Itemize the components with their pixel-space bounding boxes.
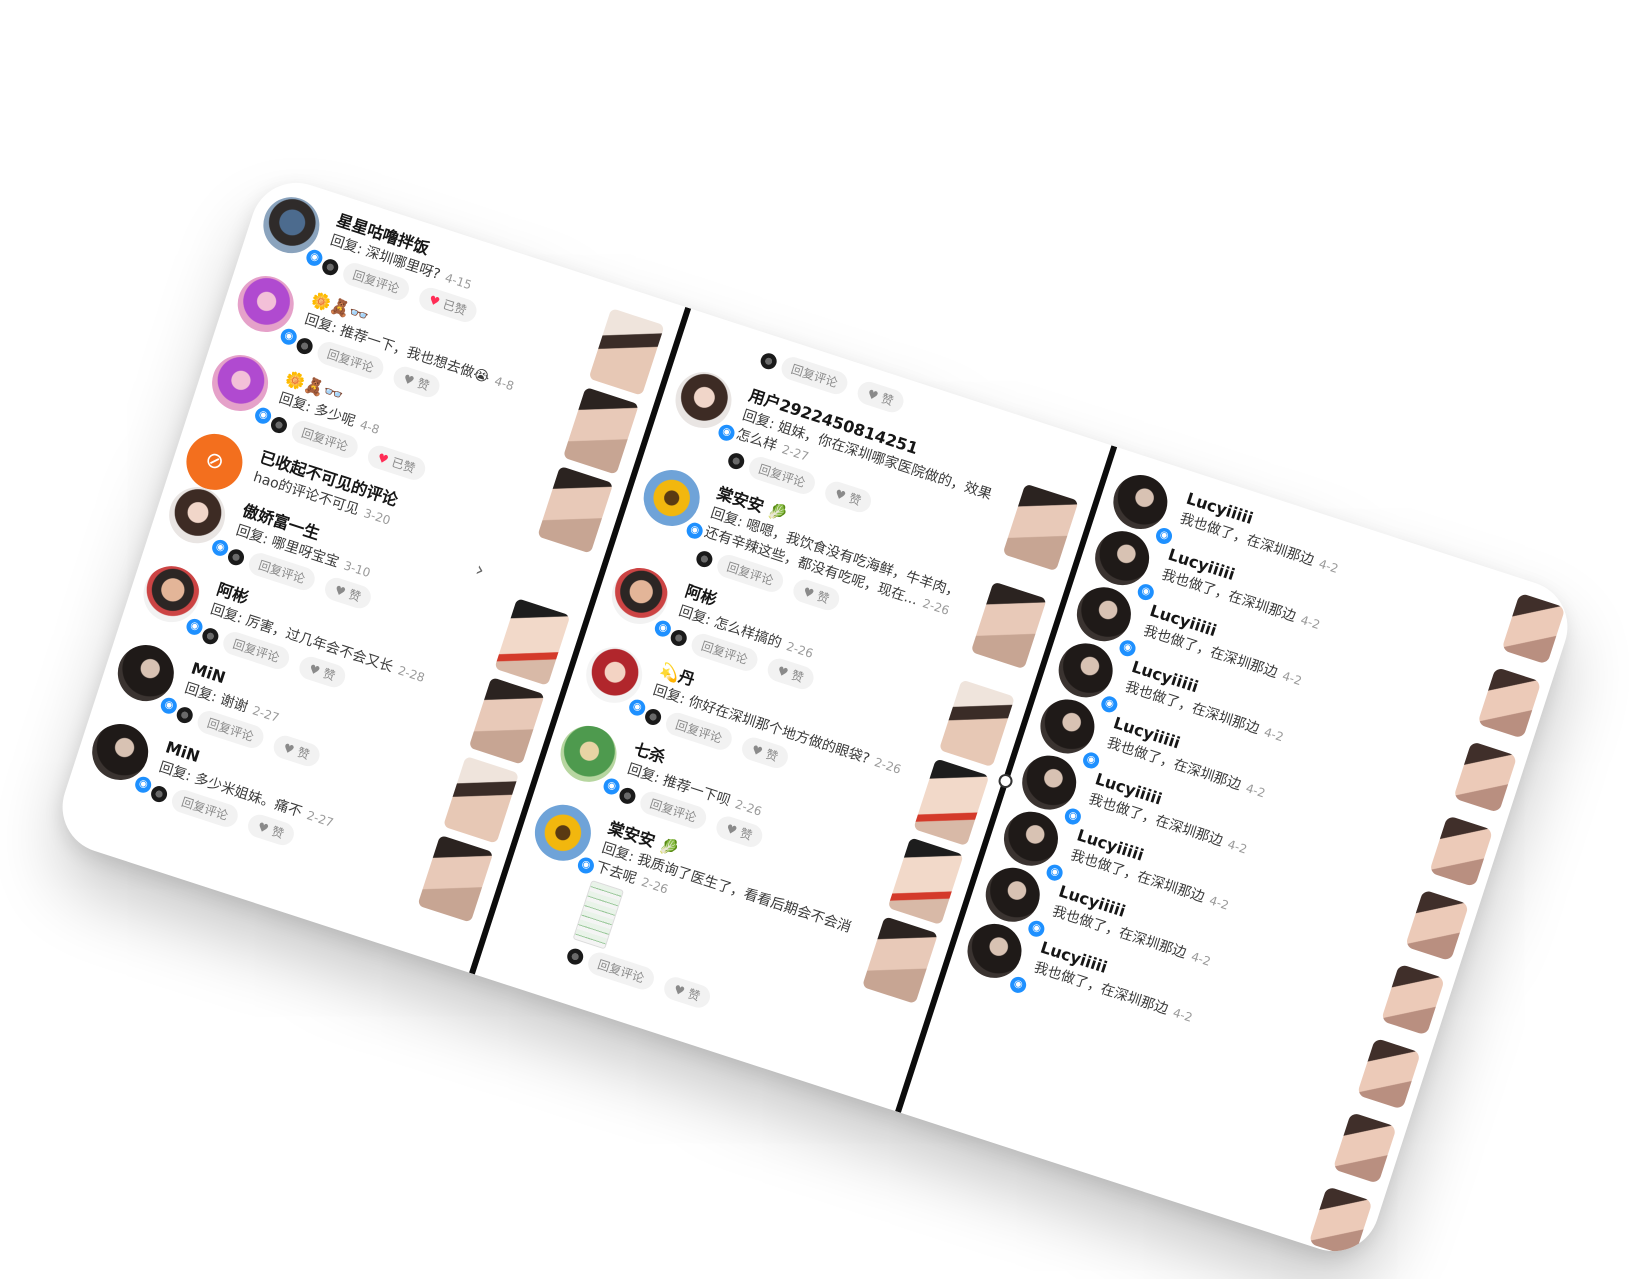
heart-icon: ♥ — [672, 981, 687, 999]
comment-date: 2-26 — [733, 797, 764, 819]
verified-badge-icon: ◉ — [1005, 972, 1031, 998]
comment-date: 4-15 — [443, 270, 474, 293]
user-avatar[interactable]: ◉ — [553, 718, 625, 800]
heart-icon: ♥ — [307, 661, 322, 678]
mini-avatar — [565, 946, 586, 967]
comment-date: 4-2 — [1189, 949, 1213, 969]
video-thumbnail[interactable] — [1308, 1186, 1373, 1259]
comment-date: 4-8 — [492, 373, 516, 394]
video-thumbnail[interactable] — [1002, 483, 1079, 572]
heart-icon: ♥ — [255, 819, 271, 836]
heart-icon: ♥ — [801, 584, 816, 601]
like-label: 已赞 — [389, 455, 417, 476]
heart-icon: ♥ — [375, 450, 391, 467]
like-label: 赞 — [269, 824, 286, 842]
video-thumbnail[interactable] — [970, 581, 1047, 670]
user-avatar[interactable]: ◉ — [110, 637, 182, 719]
user-avatar[interactable]: ◉ — [960, 916, 1031, 998]
heart-icon: ♥ — [833, 486, 848, 503]
like-label: 赞 — [415, 376, 432, 394]
comment-date: 4-2 — [1262, 724, 1286, 745]
like-label: 赞 — [321, 666, 337, 684]
like-label: 赞 — [847, 491, 863, 509]
like-label: 赞 — [686, 986, 702, 1004]
user-avatar[interactable]: ◉ — [636, 462, 708, 544]
user-avatar[interactable]: ◉ — [136, 558, 208, 640]
comment-date: 4-2 — [1225, 837, 1249, 857]
phone-screen-card: ◉ 星星咕噜拌饭 回复: 深圳哪里呀?4-15 回复评论 ♥ 已赞 ◉ 🌼🧸👓 回… — [50, 170, 1580, 1264]
comment-date: 2-26 — [784, 639, 815, 661]
comment-date: 2-27 — [304, 808, 336, 830]
heart-icon: ♥ — [724, 820, 739, 838]
user-avatar[interactable]: ◉ — [84, 716, 156, 798]
like-label: 赞 — [763, 747, 780, 765]
user-avatar[interactable]: ◉ — [604, 560, 676, 642]
heart-icon: ♥ — [750, 741, 765, 759]
heart-icon: ♥ — [775, 663, 791, 680]
like-label: 赞 — [879, 391, 896, 409]
user-avatar[interactable]: ◉ — [204, 347, 276, 429]
comment-date: 2-26 — [920, 596, 952, 618]
comment-date: 4-2 — [1171, 1005, 1195, 1025]
video-thumbnail[interactable] — [861, 916, 939, 1005]
heart-icon: ♥ — [865, 386, 881, 403]
heart-icon: ♥ — [427, 292, 442, 309]
like-label: 赞 — [346, 587, 363, 605]
screenshot-stage: ◉ 星星咕噜拌饭 回复: 深圳哪里呀?4-15 回复评论 ♥ 已赞 ◉ 🌼🧸👓 回… — [0, 0, 1629, 1279]
like-button[interactable]: ♥ 赞 — [661, 974, 713, 1011]
like-label: 赞 — [815, 589, 831, 607]
comment-date: 4-8 — [358, 417, 382, 437]
comment-date: 4-2 — [1207, 893, 1231, 913]
comment-date: 4-2 — [1317, 556, 1340, 576]
comment-date: 2-26 — [639, 874, 670, 897]
user-avatar[interactable]: ◉ — [230, 268, 302, 350]
comment-date: 2-26 — [872, 754, 903, 777]
comment-date: 3-20 — [361, 506, 393, 528]
video-thumbnail[interactable] — [1332, 1112, 1397, 1184]
like-label: 赞 — [738, 825, 754, 843]
attached-screenshot-image[interactable] — [572, 879, 625, 950]
like-label: 已赞 — [441, 297, 469, 318]
mini-avatar — [758, 350, 779, 371]
heart-icon: ♥ — [332, 582, 348, 599]
user-avatar[interactable]: ◉ — [527, 797, 599, 879]
user-avatar[interactable]: ◉ — [578, 639, 650, 721]
comment-date: 4-2 — [1280, 668, 1304, 689]
comment-date: 2-27 — [780, 442, 811, 464]
like-label: 赞 — [295, 745, 312, 763]
comment-date: 4-2 — [1298, 612, 1322, 633]
comment-date: 3-10 — [341, 558, 373, 581]
like-button[interactable]: ♥ 赞 — [854, 378, 907, 416]
comment-date: 4-2 — [1244, 781, 1268, 801]
heart-icon: ♥ — [401, 371, 417, 388]
mini-avatar — [694, 548, 715, 569]
user-avatar[interactable]: ◉ — [161, 479, 233, 561]
eye-off-icon: ⊘ — [201, 446, 228, 477]
comment-date: 2-28 — [396, 663, 427, 686]
heart-icon: ♥ — [281, 740, 297, 757]
user-avatar[interactable]: ◉ — [668, 364, 740, 446]
reply-comment-button[interactable]: 回复评论 — [778, 354, 851, 398]
video-thumbnail[interactable] — [417, 834, 494, 923]
mini-avatar — [726, 450, 747, 471]
comment-date: 2-27 — [250, 703, 281, 726]
like-label: 赞 — [789, 668, 806, 686]
reply-comment-button[interactable]: 回复评论 — [585, 949, 657, 993]
